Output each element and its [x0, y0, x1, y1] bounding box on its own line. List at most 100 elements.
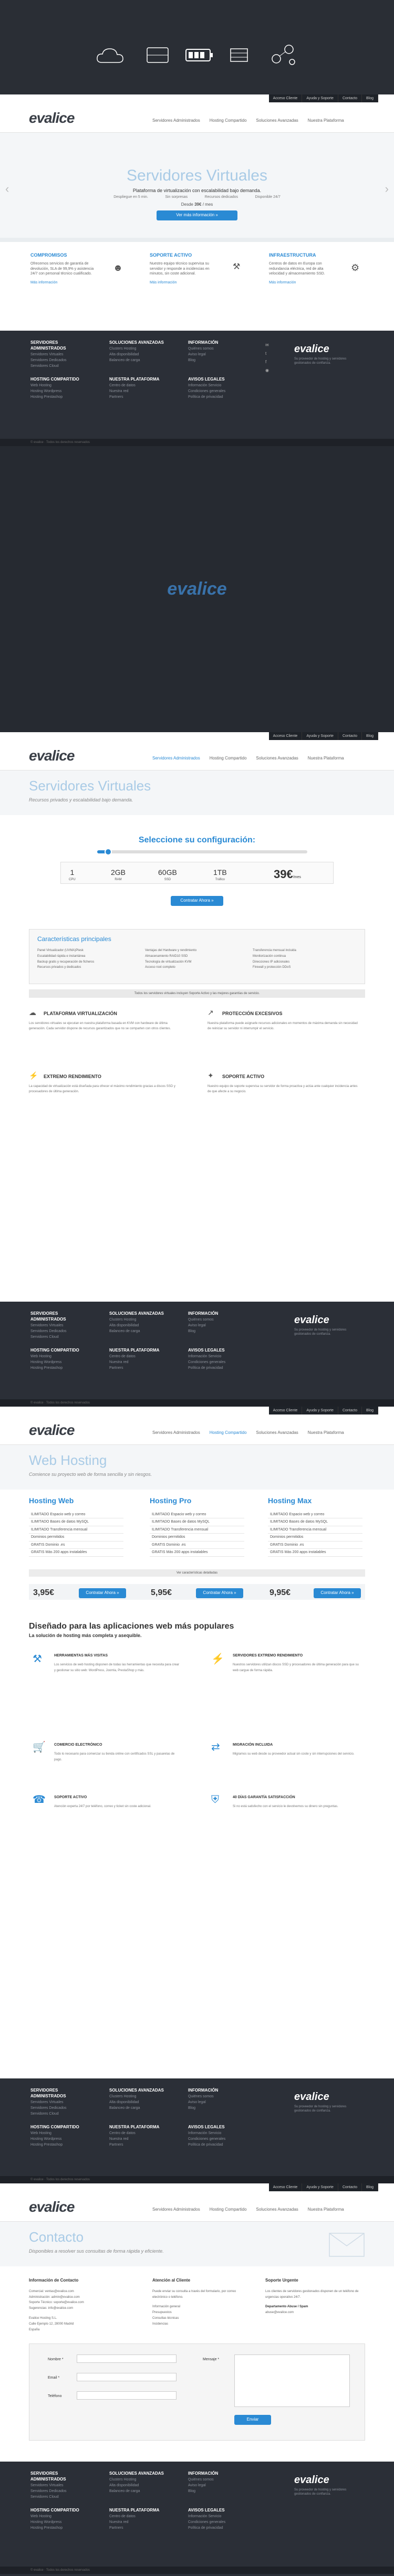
logo[interactable]: evalice	[29, 108, 75, 128]
footer-link[interactable]: Partners	[109, 1365, 159, 1371]
footer-logo[interactable]: evalice	[294, 1313, 329, 1327]
nav-platform[interactable]: Nuestra Plataforma	[308, 1430, 344, 1436]
footer-link[interactable]: Hosting Prestashop	[30, 2525, 79, 2531]
footer-link[interactable]: Servidores Cloud	[30, 2111, 78, 2117]
footer-link[interactable]: Quiénes somos	[188, 346, 218, 352]
nav-hosting[interactable]: Hosting Compartido	[210, 756, 247, 762]
order-button[interactable]: Contratar Ahora »	[314, 1588, 361, 1598]
contact-line[interactable]: Sugerencias: info@evalice.com	[29, 2306, 129, 2311]
footer-link[interactable]: Aviso legal	[188, 2483, 218, 2488]
footer-link[interactable]: Servidores Dedicados	[30, 2105, 78, 2111]
footer-link[interactable]: Servidores Virtuales	[30, 1323, 78, 1328]
topbar-contact[interactable]: Contacto	[338, 732, 362, 741]
footer-link[interactable]: Alta disponibilidad	[109, 2483, 164, 2488]
footer-link[interactable]: Quiénes somos	[188, 2477, 218, 2483]
footer-link[interactable]: Aviso legal	[188, 1323, 218, 1328]
footer-link[interactable]: Centro de datos	[109, 2514, 159, 2519]
footer-link[interactable]: Aviso legal	[188, 352, 218, 357]
footer-link[interactable]: Blog	[188, 2488, 218, 2494]
contact-line[interactable]: Incidencias	[152, 2321, 242, 2327]
footer-link[interactable]: Balanceo de carga	[109, 2488, 164, 2494]
nav-hosting[interactable]: Hosting Compartido	[210, 2207, 247, 2213]
nav-platform[interactable]: Nuestra Plataforma	[308, 2207, 344, 2213]
footer-link[interactable]: Información Servicio	[188, 2130, 225, 2136]
footer-link[interactable]: Servidores Virtuales	[30, 352, 78, 357]
footer-link[interactable]: Servidores Dedicados	[30, 2488, 78, 2494]
mail-icon[interactable]: ✉	[265, 341, 271, 350]
footer-link[interactable]: Web Hosting	[30, 2130, 79, 2136]
rss-icon[interactable]: ◉	[265, 366, 271, 375]
footer-link[interactable]: Política de privacidad	[188, 2142, 225, 2148]
footer-link[interactable]: Política de privacidad	[188, 1365, 225, 1371]
nav-solutions[interactable]: Soluciones Avanzadas	[256, 756, 298, 762]
footer-link[interactable]: Partners	[109, 2525, 159, 2531]
nav-hosting[interactable]: Hosting Compartido	[210, 1430, 247, 1436]
topbar-blog[interactable]: Blog	[361, 732, 378, 741]
footer-link[interactable]: Servidores Dedicados	[30, 357, 78, 363]
topbar-blog[interactable]: Blog	[361, 2183, 378, 2192]
topbar-contact[interactable]: Contacto	[338, 2183, 362, 2192]
details-toggle[interactable]: Ver características detalladas	[29, 1569, 365, 1577]
footer-link[interactable]: Hosting Wordpress	[30, 2519, 79, 2525]
footer-link[interactable]: Alta disponibilidad	[109, 352, 164, 357]
topbar-help[interactable]: Ayuda y Soporte	[302, 1407, 338, 1415]
contact-line[interactable]: Consultas técnicas	[152, 2316, 242, 2321]
footer-link[interactable]: Servidores Cloud	[30, 1334, 78, 1340]
nav-servers[interactable]: Servidores Administrados	[152, 2207, 200, 2213]
footer-link[interactable]: Servidores Cloud	[30, 363, 78, 369]
footer-link[interactable]: Hosting Wordpress	[30, 388, 79, 394]
footer-link[interactable]: Nuestra red	[109, 1359, 159, 1365]
topbar-help[interactable]: Ayuda y Soporte	[302, 94, 338, 103]
footer-link[interactable]: Condiciones generales	[188, 1359, 225, 1365]
nav-solutions[interactable]: Soluciones Avanzadas	[256, 118, 298, 124]
footer-logo[interactable]: evalice	[294, 2473, 329, 2487]
topbar-blog[interactable]: Blog	[361, 94, 378, 103]
footer-link[interactable]: Balanceo de carga	[109, 2105, 164, 2111]
footer-logo[interactable]: evalice	[294, 2090, 329, 2104]
footer-link[interactable]: Alta disponibilidad	[109, 2099, 164, 2105]
footer-link[interactable]: Clusters Hosting	[109, 346, 164, 352]
footer-link[interactable]: Política de privacidad	[188, 2525, 225, 2531]
feature-link[interactable]: Más información	[150, 280, 255, 285]
contact-line[interactable]: Soporte Técnico: soporte@evalice.com	[29, 2300, 129, 2306]
footer-link[interactable]: Centro de datos	[109, 1354, 159, 1359]
nav-platform[interactable]: Nuestra Plataforma	[308, 756, 344, 762]
feature-link[interactable]: Más información	[269, 280, 374, 285]
footer-link[interactable]: Hosting Wordpress	[30, 2136, 79, 2142]
footer-link[interactable]: Servidores Virtuales	[30, 2099, 78, 2105]
order-button[interactable]: Contratar Ahora »	[196, 1588, 243, 1598]
footer-link[interactable]: Nuestra red	[109, 2519, 159, 2525]
logo[interactable]: evalice	[29, 1420, 75, 1440]
facebook-icon[interactable]: f	[265, 358, 271, 366]
topbar-help[interactable]: Ayuda y Soporte	[302, 732, 338, 741]
footer-link[interactable]: Condiciones generales	[188, 2519, 225, 2525]
logo[interactable]: evalice	[29, 2197, 75, 2217]
nav-hosting[interactable]: Hosting Compartido	[210, 118, 247, 124]
footer-link[interactable]: Clusters Hosting	[109, 2477, 164, 2483]
nav-solutions[interactable]: Soluciones Avanzadas	[256, 2207, 298, 2213]
nav-solutions[interactable]: Soluciones Avanzadas	[256, 1430, 298, 1436]
footer-link[interactable]: Blog	[188, 1328, 218, 1334]
footer-link[interactable]: Información Servicio	[188, 1354, 225, 1359]
footer-link[interactable]: Quiénes somos	[188, 1317, 218, 1323]
topbar-contact[interactable]: Contacto	[338, 1407, 362, 1415]
footer-link[interactable]: Blog	[188, 357, 218, 363]
footer-link[interactable]: Condiciones generales	[188, 2136, 225, 2142]
footer-link[interactable]: Balanceo de carga	[109, 357, 164, 363]
footer-link[interactable]: Web Hosting	[30, 1354, 79, 1359]
name-input[interactable]	[77, 2355, 177, 2363]
contact-line[interactable]: Administración: admin@evalice.com	[29, 2295, 129, 2300]
footer-link[interactable]: Información Servicio	[188, 2514, 225, 2519]
footer-link[interactable]: Información Servicio	[188, 383, 225, 388]
footer-link[interactable]: Partners	[109, 2142, 159, 2148]
logo[interactable]: evalice	[29, 746, 75, 766]
feature-link[interactable]: Más información	[30, 280, 136, 285]
contact-line[interactable]: Información general	[152, 2304, 242, 2310]
footer-link[interactable]: Balanceo de carga	[109, 1328, 164, 1334]
nav-platform[interactable]: Nuestra Plataforma	[308, 118, 344, 124]
topbar-client[interactable]: Acceso Cliente	[268, 732, 303, 741]
topbar-client[interactable]: Acceso Cliente	[268, 94, 303, 103]
footer-link[interactable]: Nuestra red	[109, 2136, 159, 2142]
hero-more-button[interactable]: Ver más información »	[157, 210, 237, 220]
footer-link[interactable]: Alta disponibilidad	[109, 1323, 164, 1328]
